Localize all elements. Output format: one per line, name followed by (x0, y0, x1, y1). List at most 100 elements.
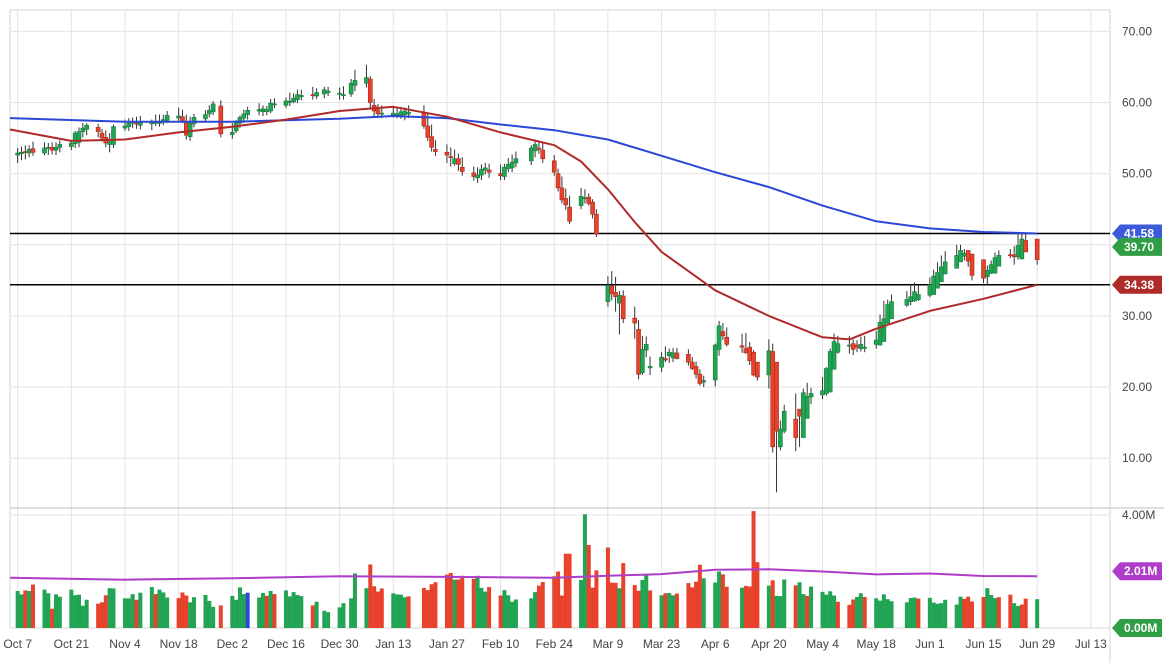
volume-bar (506, 595, 511, 628)
volume-bar (667, 592, 672, 628)
x-tick-label: Dec 16 (267, 637, 305, 651)
volume-bar (636, 590, 641, 628)
candle-body (1034, 238, 1040, 261)
volume-bar (452, 579, 457, 628)
x-tick-label: Jul 13 (1075, 637, 1107, 651)
volume-bar (970, 601, 975, 628)
candle-body (720, 331, 726, 337)
volume-bar (406, 596, 411, 628)
candle-body (482, 167, 488, 171)
volume-bar (1016, 605, 1021, 628)
volume-bar (847, 604, 852, 628)
candle-body (364, 77, 369, 84)
candle-body (433, 149, 438, 152)
volume-bar (341, 603, 346, 628)
volume-bar (617, 588, 622, 628)
volume-bar (981, 596, 986, 628)
x-tick-label: Mar 23 (643, 637, 681, 651)
candle-body (287, 100, 293, 103)
volume-bar (50, 608, 55, 628)
x-tick-label: Apr 20 (751, 637, 787, 651)
candle-body (486, 169, 492, 173)
volume-bar (372, 586, 377, 628)
volume-bar (855, 596, 860, 628)
candle-body (321, 89, 327, 95)
candle-body (820, 390, 825, 396)
price-tag: 34.38 (1112, 275, 1162, 294)
candle-body (402, 110, 408, 115)
volume-bar (498, 595, 503, 628)
candle-body (1008, 254, 1013, 257)
volume-bar (1019, 604, 1024, 628)
candle-body (23, 151, 28, 153)
candle-body (885, 304, 891, 324)
candle-body (850, 343, 856, 350)
candle-body (567, 206, 572, 222)
volume-bar (1008, 594, 1013, 628)
candle-body (590, 201, 595, 215)
volume-bar (176, 598, 181, 628)
volume-bar (701, 578, 706, 628)
candle-body (942, 261, 948, 275)
volume-bar (993, 598, 998, 628)
candle-body (126, 122, 132, 127)
candle-body (49, 147, 55, 151)
volume-bar (180, 592, 185, 628)
candle-body (912, 291, 917, 302)
candle-body (532, 144, 538, 152)
candle-body (751, 351, 756, 376)
volume-bar (713, 582, 718, 628)
candle-body (663, 358, 668, 361)
candle-body (394, 113, 400, 116)
candle-body (95, 127, 101, 132)
volume-bar (1035, 599, 1040, 628)
candle-body (693, 366, 699, 375)
volume-bar (908, 598, 913, 628)
candle-body (908, 296, 913, 302)
volume-bar (42, 589, 47, 628)
volume-bar (479, 587, 484, 628)
volume-bar (395, 594, 400, 628)
price-tag: 39.70 (1112, 237, 1162, 256)
volume-bar (533, 592, 538, 628)
volume-bar (337, 607, 342, 628)
volume-bar (19, 594, 24, 628)
volume-bar (567, 553, 572, 628)
candle-body (272, 103, 277, 106)
volume-bar (939, 603, 944, 628)
volume-bar (912, 597, 917, 628)
candle-body (459, 166, 465, 172)
volume-bar (211, 606, 216, 628)
candle-body (613, 292, 618, 298)
volume-bar (858, 593, 863, 628)
candle-body (578, 196, 584, 206)
volume-bar (483, 591, 488, 628)
candle-body (797, 408, 802, 417)
candle-body (122, 125, 128, 129)
volume-bar (621, 563, 626, 628)
candle-body (509, 161, 515, 169)
candle-body (873, 339, 879, 345)
candle-body (164, 114, 170, 121)
volume-bar (375, 591, 380, 628)
x-tick-label: Dec 30 (321, 637, 359, 651)
candle-body (962, 253, 967, 257)
candle-body (528, 147, 534, 162)
candle-body (341, 94, 346, 96)
candle-body (210, 103, 216, 113)
volume-bar (766, 585, 771, 628)
candle-body (659, 356, 664, 368)
volume-bar (755, 562, 760, 628)
volume-bar (1012, 603, 1017, 628)
volume-bar (943, 599, 948, 628)
volume-bar (283, 590, 288, 628)
candle-body (824, 368, 829, 394)
volume-bar (778, 596, 783, 628)
volume-bar (391, 593, 396, 628)
candle-body (858, 344, 864, 349)
volume-bar (690, 587, 695, 628)
y-tick-label: 20.00 (1122, 380, 1152, 394)
candle-body (314, 92, 319, 97)
volume-bar (632, 585, 637, 628)
volume-bar (801, 594, 806, 628)
